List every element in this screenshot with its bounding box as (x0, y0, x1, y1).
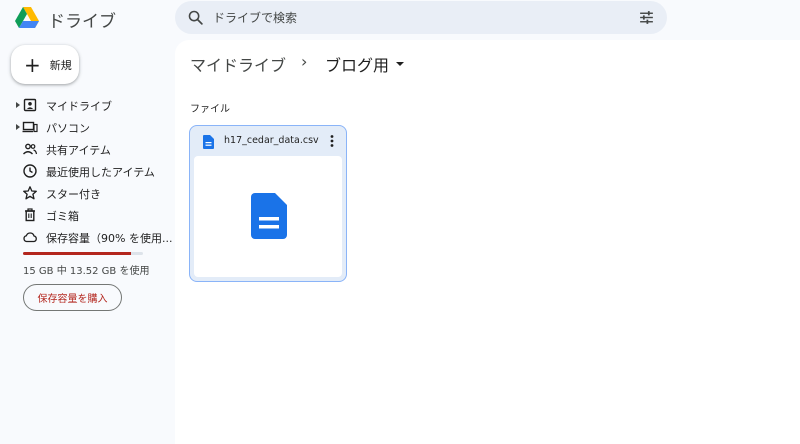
sidebar-item-recent[interactable]: 最近使用したアイテム (0, 160, 175, 182)
plus-icon: + (24, 52, 41, 77)
star-icon (23, 186, 37, 200)
cloud-icon (23, 232, 37, 243)
app-title[interactable]: ドライブ (48, 7, 116, 32)
search-options-icon[interactable] (638, 9, 655, 26)
sidebar-item-my-drive[interactable]: マイドライブ (0, 94, 175, 116)
search-input[interactable] (213, 1, 613, 34)
sidebar-item-label: ゴミ箱 (46, 210, 79, 223)
files-section-label: ファイル (190, 104, 230, 115)
sidebar-item-label: マイドライブ (46, 100, 112, 113)
top-bar: ドライブ (0, 0, 800, 40)
sidebar-item-storage[interactable]: 保存容量（90% を使用... (0, 226, 175, 248)
storage-usage-fill (23, 252, 131, 255)
file-card[interactable]: h17_cedar_data.csv (189, 125, 347, 282)
search-bar[interactable] (175, 1, 667, 34)
expand-caret-icon[interactable] (16, 102, 20, 108)
sidebar-item-trash[interactable]: ゴミ箱 (0, 204, 175, 226)
document-preview-icon (251, 193, 287, 239)
storage-usage-bar (23, 252, 143, 255)
sidebar-item-label: 最近使用したアイテム (46, 166, 155, 179)
sidebar-item-starred[interactable]: スター付き (0, 182, 175, 204)
main-content: マイドライブ › ブログ用 ファイル h17_cedar_data.csv (175, 40, 800, 444)
clock-icon (23, 164, 37, 178)
expand-caret-icon[interactable] (16, 124, 20, 130)
sidebar-item-shared[interactable]: 共有アイテム (0, 138, 175, 160)
sidebar-item-label: 共有アイテム (46, 144, 111, 157)
my-drive-icon (23, 98, 37, 112)
sidebar-item-computers[interactable]: パソコン (0, 116, 175, 138)
breadcrumb-current-folder[interactable]: ブログ用 (325, 52, 389, 76)
trash-icon (25, 208, 35, 222)
sidebar-item-label: パソコン (46, 122, 90, 135)
sidebar-item-label: スター付き (46, 188, 101, 201)
computers-icon (22, 121, 38, 133)
sidebar-item-label: 保存容量（90% を使用... (46, 232, 173, 245)
file-preview[interactable] (194, 156, 342, 277)
sidebar-nav: マイドライブ パソコン 共有アイテム 最近使用したアイテム スター付き ゴミ箱 … (0, 94, 175, 248)
more-options-icon[interactable] (328, 134, 336, 148)
doc-icon (203, 135, 214, 149)
buy-storage-button[interactable]: 保存容量を購入 (23, 284, 122, 311)
storage-usage-text: 15 GB 中 13.52 GB を使用 (23, 266, 150, 277)
folder-menu-caret-icon[interactable] (396, 62, 404, 66)
drive-logo-icon[interactable] (14, 6, 40, 30)
new-button-label: 新規 (49, 58, 72, 72)
shared-icon (23, 143, 38, 155)
breadcrumb-root[interactable]: マイドライブ (190, 52, 286, 76)
breadcrumb-separator: › (301, 52, 308, 71)
new-button[interactable]: + 新規 (11, 45, 79, 84)
file-name[interactable]: h17_cedar_data.csv (224, 135, 319, 146)
search-icon[interactable] (187, 9, 204, 26)
